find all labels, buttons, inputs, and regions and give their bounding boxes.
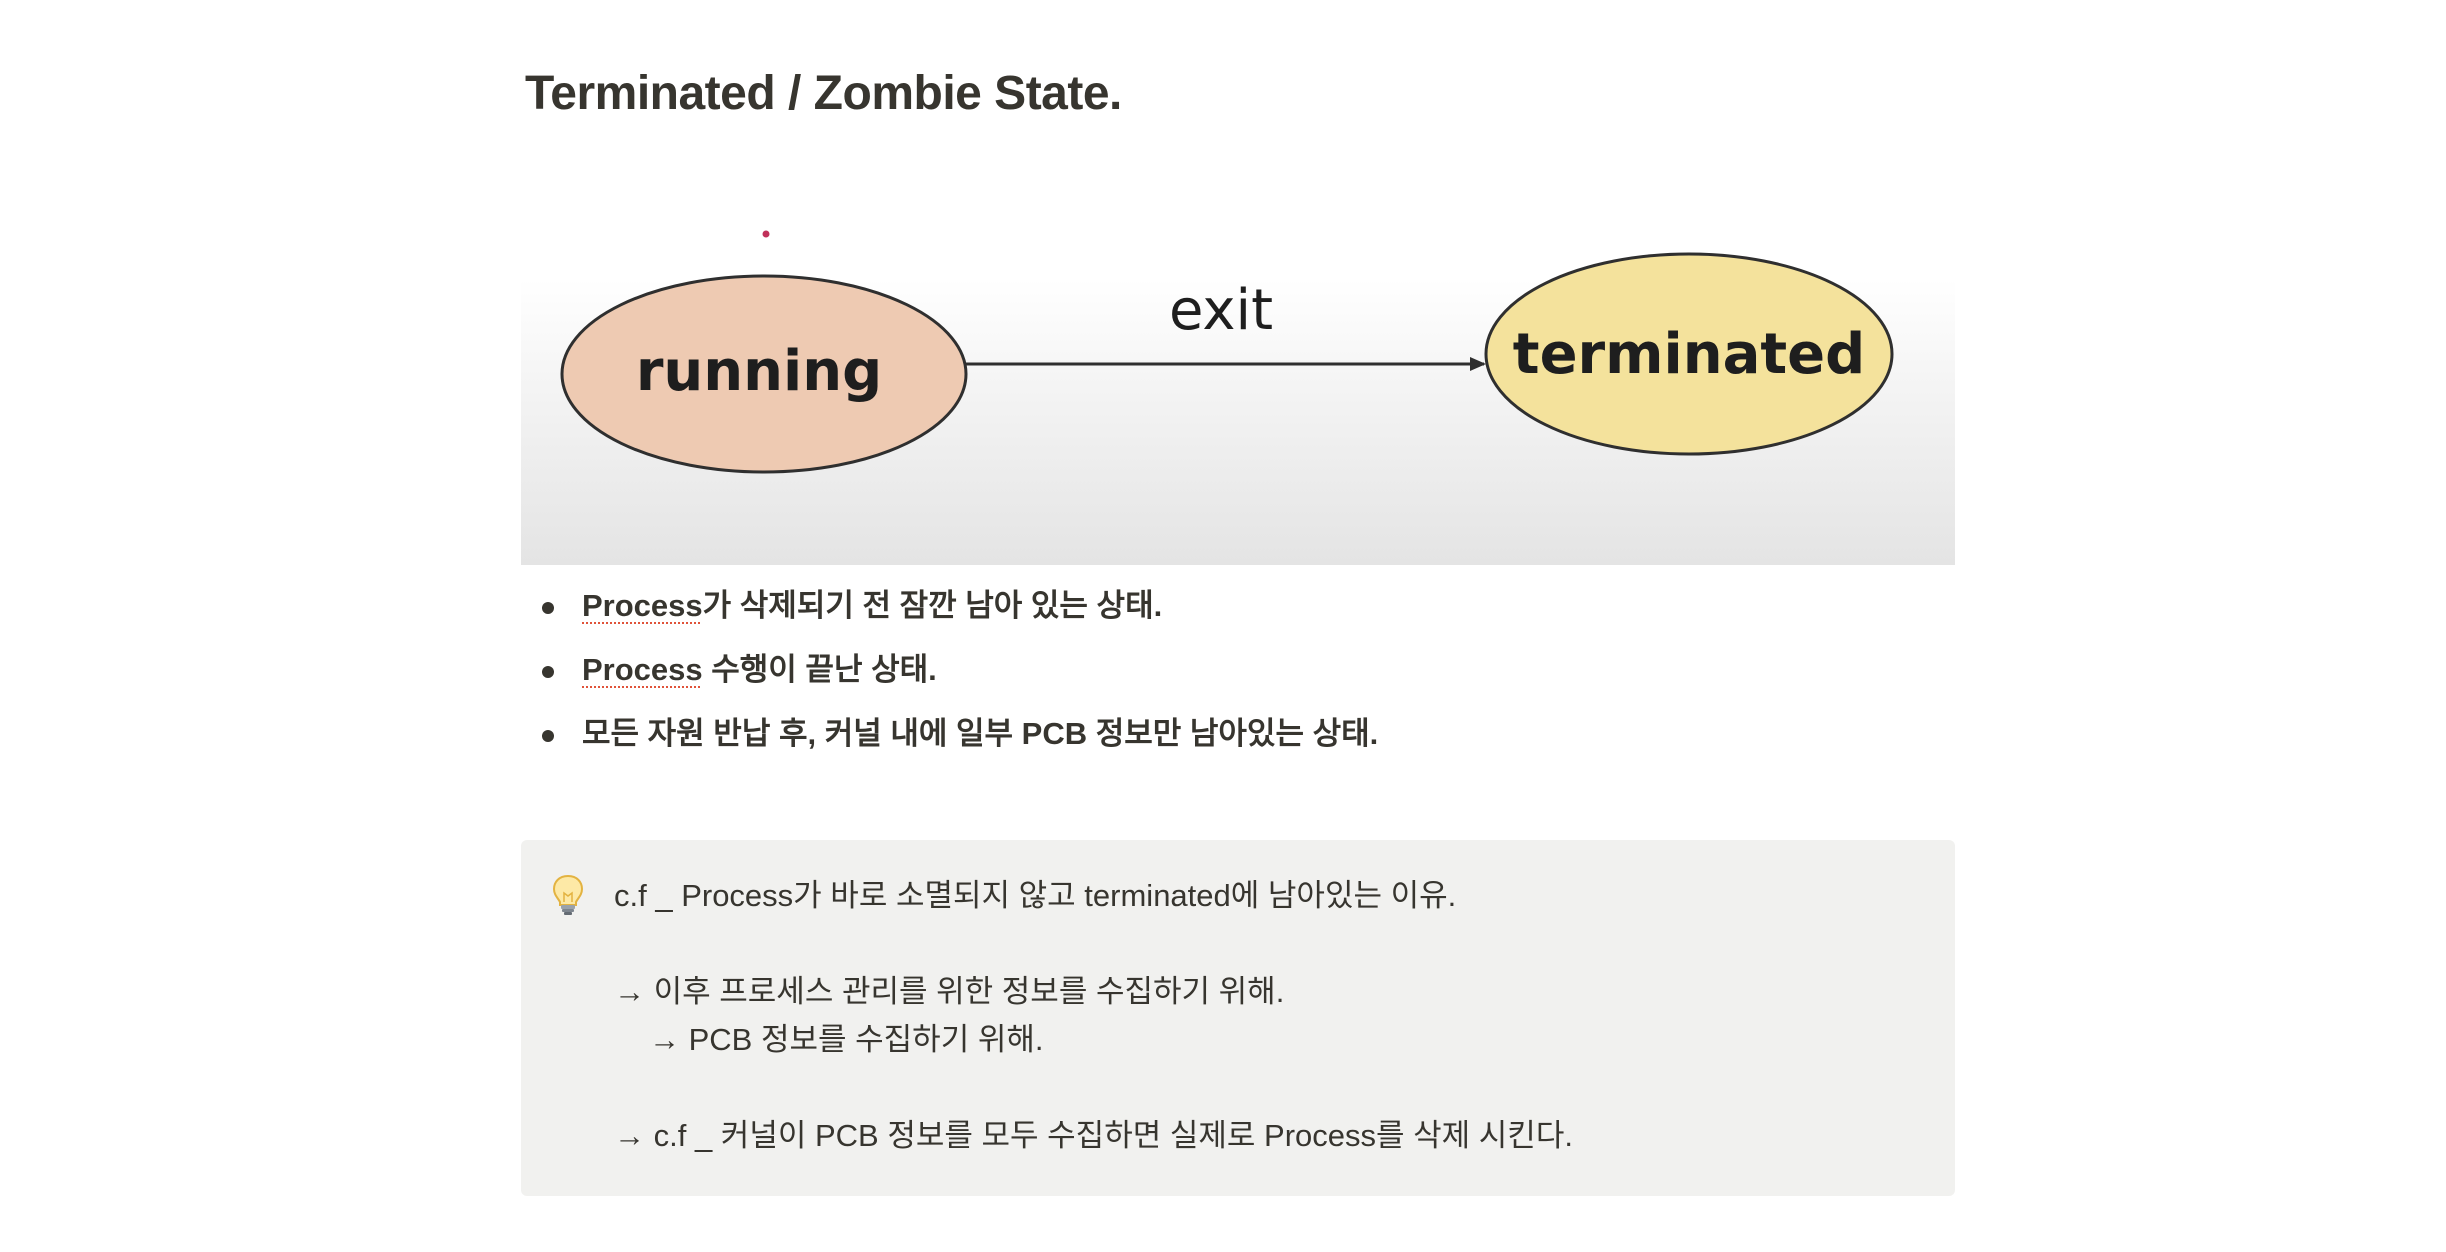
terminated-state-label: terminated bbox=[1513, 322, 1865, 387]
callout-line: → c.f _ 커널이 PCB 정보를 모두 수집하면 실제로 Process를… bbox=[614, 1118, 1573, 1153]
spellcheck-word: Process bbox=[582, 652, 703, 687]
list-item: Process가 삭제되기 전 잠깐 남아 있는 상태. bbox=[521, 582, 1955, 646]
state-diagram: running exit terminated bbox=[521, 168, 1955, 565]
callout-title: c.f _ Process가 바로 소멸되지 않고 terminated에 남아… bbox=[614, 878, 1457, 913]
bullet-dot bbox=[542, 666, 554, 678]
list-item: Process 수행이 끝난 상태. bbox=[521, 646, 1955, 710]
stray-dot bbox=[762, 230, 770, 238]
page-title: Terminated / Zombie State. bbox=[525, 67, 1122, 120]
exit-arrow-label: exit bbox=[1169, 278, 1273, 343]
callout-block: c.f _ Process가 바로 소멸되지 않고 terminated에 남아… bbox=[521, 840, 1955, 1196]
list-item-text: Process가 삭제되기 전 잠깐 남아 있는 상태. bbox=[582, 588, 1163, 623]
list-item: 모든 자원 반납 후, 커널 내에 일부 PCB 정보만 남아있는 상태. bbox=[521, 710, 1955, 774]
state-diagram-svg: running exit terminated bbox=[560, 230, 1894, 474]
list-item-text: Process 수행이 끝난 상태. bbox=[582, 652, 937, 687]
running-state-label: running bbox=[636, 339, 882, 404]
callout-line: → PCB 정보를 수집하기 위해. bbox=[649, 1022, 1044, 1057]
lightbulb-icon[interactable] bbox=[551, 874, 585, 916]
spellcheck-word: Process bbox=[582, 588, 703, 623]
bullet-list: Process가 삭제되기 전 잠깐 남아 있는 상태. Process 수행이… bbox=[521, 582, 1955, 774]
list-item-text: 모든 자원 반납 후, 커널 내에 일부 PCB 정보만 남아있는 상태. bbox=[582, 716, 1379, 751]
bullet-dot bbox=[542, 730, 554, 742]
bullet-dot bbox=[542, 602, 554, 614]
callout-line: → 이후 프로세스 관리를 위한 정보를 수집하기 위해. bbox=[614, 974, 1285, 1009]
